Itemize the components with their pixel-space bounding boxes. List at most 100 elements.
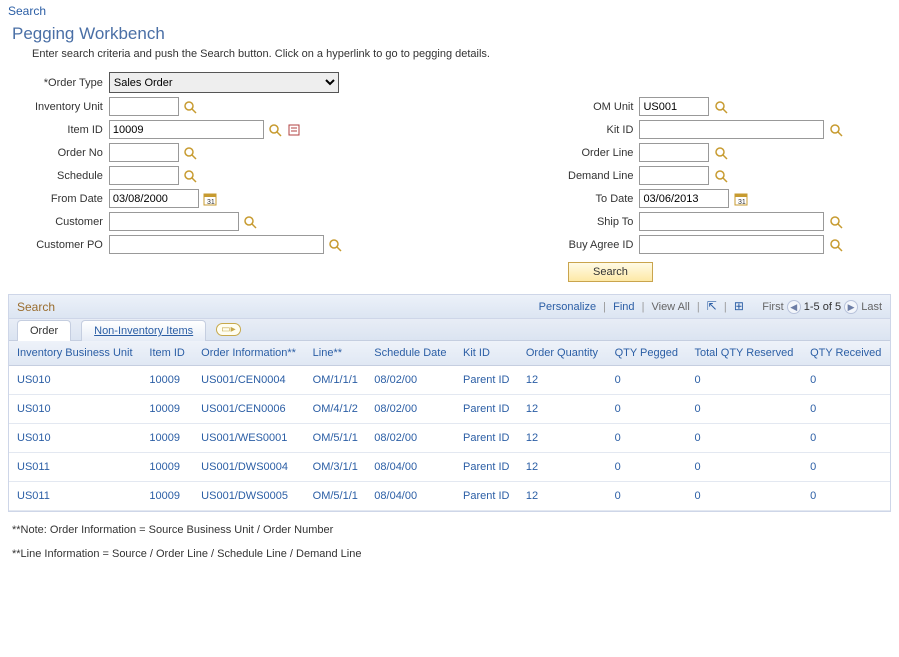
order-qty-cell: 12 bbox=[518, 366, 607, 395]
calendar-icon[interactable]: 31 bbox=[733, 191, 749, 207]
col-item-id[interactable]: Item ID bbox=[141, 341, 193, 366]
grid-title: Search bbox=[17, 300, 55, 314]
nav-prev-icon[interactable]: ◀ bbox=[787, 300, 801, 314]
line-link[interactable]: OM/5/1/1 bbox=[305, 424, 367, 453]
col-kit-id[interactable]: Kit ID bbox=[455, 341, 518, 366]
item-id-link[interactable]: 10009 bbox=[141, 482, 193, 511]
label-inventory-unit: Inventory Unit bbox=[32, 95, 106, 118]
tab-non-inventory[interactable]: Non-Inventory Items bbox=[81, 320, 206, 341]
order-qty-cell: 12 bbox=[518, 395, 607, 424]
calendar-icon[interactable]: 31 bbox=[202, 191, 218, 207]
breadcrumb-search[interactable]: Search bbox=[8, 4, 891, 18]
download-icon[interactable]: ⊞ bbox=[734, 299, 744, 313]
table-row: US01010009US001/CEN0004OM/1/1/108/02/00P… bbox=[9, 366, 890, 395]
order-info-link[interactable]: US001/WES0001 bbox=[193, 424, 304, 453]
lookup-icon[interactable] bbox=[182, 168, 198, 184]
customer-input[interactable] bbox=[109, 212, 239, 231]
lookup-icon[interactable] bbox=[242, 214, 258, 230]
table-header-row: Inventory Business Unit Item ID Order In… bbox=[9, 341, 890, 366]
table-row: US01010009US001/WES0001OM/5/1/108/02/00P… bbox=[9, 424, 890, 453]
label-order-line: Order Line bbox=[565, 141, 636, 164]
inv-bu-link[interactable]: US011 bbox=[9, 482, 141, 511]
svg-text:31: 31 bbox=[207, 199, 215, 206]
col-schedule-date[interactable]: Schedule Date bbox=[366, 341, 455, 366]
item-id-link[interactable]: 10009 bbox=[141, 453, 193, 482]
line-link[interactable]: OM/3/1/1 bbox=[305, 453, 367, 482]
item-id-link[interactable]: 10009 bbox=[141, 424, 193, 453]
nav-next-icon[interactable]: ▶ bbox=[844, 300, 858, 314]
lookup-icon[interactable] bbox=[828, 237, 844, 253]
lookup-icon[interactable] bbox=[713, 145, 729, 161]
col-qty-reserved[interactable]: Total QTY Reserved bbox=[686, 341, 802, 366]
kit-id-link[interactable]: Parent ID bbox=[455, 453, 518, 482]
col-order-info[interactable]: Order Information** bbox=[193, 341, 304, 366]
lookup-icon[interactable] bbox=[182, 99, 198, 115]
item-id-link[interactable]: 10009 bbox=[141, 395, 193, 424]
show-all-columns-icon[interactable]: ▭▸ bbox=[216, 323, 240, 336]
schedule-date-cell: 08/02/00 bbox=[366, 366, 455, 395]
schedule-input[interactable] bbox=[109, 166, 179, 185]
tab-order[interactable]: Order bbox=[17, 320, 71, 341]
label-customer: Customer bbox=[32, 210, 106, 233]
inv-bu-link[interactable]: US011 bbox=[9, 453, 141, 482]
label-from-date: From Date bbox=[32, 187, 106, 210]
col-inv-bu[interactable]: Inventory Business Unit bbox=[9, 341, 141, 366]
view-all-link[interactable]: View All bbox=[651, 301, 689, 313]
nav-first[interactable]: First bbox=[762, 301, 783, 313]
line-link[interactable]: OM/4/1/2 bbox=[305, 395, 367, 424]
om-unit-input[interactable] bbox=[639, 97, 709, 116]
order-info-link[interactable]: US001/CEN0006 bbox=[193, 395, 304, 424]
inv-bu-link[interactable]: US010 bbox=[9, 366, 141, 395]
from-date-input[interactable] bbox=[109, 189, 199, 208]
qty-reserved-cell: 0 bbox=[686, 482, 802, 511]
order-info-link[interactable]: US001/DWS0005 bbox=[193, 482, 304, 511]
related-actions-icon[interactable] bbox=[286, 122, 302, 138]
item-id-link[interactable]: 10009 bbox=[141, 366, 193, 395]
lookup-icon[interactable] bbox=[713, 168, 729, 184]
nav-last[interactable]: Last bbox=[861, 301, 882, 313]
to-date-input[interactable] bbox=[639, 189, 729, 208]
kit-id-link[interactable]: Parent ID bbox=[455, 395, 518, 424]
order-info-link[interactable]: US001/CEN0004 bbox=[193, 366, 304, 395]
personalize-link[interactable]: Personalize bbox=[539, 301, 596, 313]
qty-reserved-cell: 0 bbox=[686, 395, 802, 424]
order-no-input[interactable] bbox=[109, 143, 179, 162]
qty-reserved-cell: 0 bbox=[686, 366, 802, 395]
lookup-icon[interactable] bbox=[327, 237, 343, 253]
inv-bu-link[interactable]: US010 bbox=[9, 424, 141, 453]
lookup-icon[interactable] bbox=[267, 122, 283, 138]
qty-received-cell: 0 bbox=[802, 424, 890, 453]
results-grid: Search Personalize | Find | View All | ⇱… bbox=[8, 294, 891, 512]
ship-to-input[interactable] bbox=[639, 212, 824, 231]
find-link[interactable]: Find bbox=[613, 301, 634, 313]
qty-received-cell: 0 bbox=[802, 453, 890, 482]
demand-line-input[interactable] bbox=[639, 166, 709, 185]
customer-po-input[interactable] bbox=[109, 235, 324, 254]
item-id-input[interactable] bbox=[109, 120, 264, 139]
kit-id-link[interactable]: Parent ID bbox=[455, 424, 518, 453]
label-demand-line: Demand Line bbox=[565, 164, 636, 187]
buy-agree-id-input[interactable] bbox=[639, 235, 824, 254]
col-qty-received[interactable]: QTY Received bbox=[802, 341, 890, 366]
col-qty-pegged[interactable]: QTY Pegged bbox=[607, 341, 687, 366]
inventory-unit-input[interactable] bbox=[109, 97, 179, 116]
lookup-icon[interactable] bbox=[713, 99, 729, 115]
lookup-icon[interactable] bbox=[182, 145, 198, 161]
lookup-icon[interactable] bbox=[828, 214, 844, 230]
table-row: US01110009US001/DWS0005OM/5/1/108/04/00P… bbox=[9, 482, 890, 511]
col-line[interactable]: Line** bbox=[305, 341, 367, 366]
zoom-icon[interactable]: ⇱ bbox=[707, 299, 717, 313]
kit-id-link[interactable]: Parent ID bbox=[455, 366, 518, 395]
kit-id-input[interactable] bbox=[639, 120, 824, 139]
line-link[interactable]: OM/5/1/1 bbox=[305, 482, 367, 511]
order-info-link[interactable]: US001/DWS0004 bbox=[193, 453, 304, 482]
kit-id-link[interactable]: Parent ID bbox=[455, 482, 518, 511]
col-order-qty[interactable]: Order Quantity bbox=[518, 341, 607, 366]
order-line-input[interactable] bbox=[639, 143, 709, 162]
search-button[interactable]: Search bbox=[568, 262, 653, 282]
lookup-icon[interactable] bbox=[828, 122, 844, 138]
order-type-select[interactable]: Sales Order bbox=[109, 72, 339, 93]
line-link[interactable]: OM/1/1/1 bbox=[305, 366, 367, 395]
order-qty-cell: 12 bbox=[518, 482, 607, 511]
inv-bu-link[interactable]: US010 bbox=[9, 395, 141, 424]
